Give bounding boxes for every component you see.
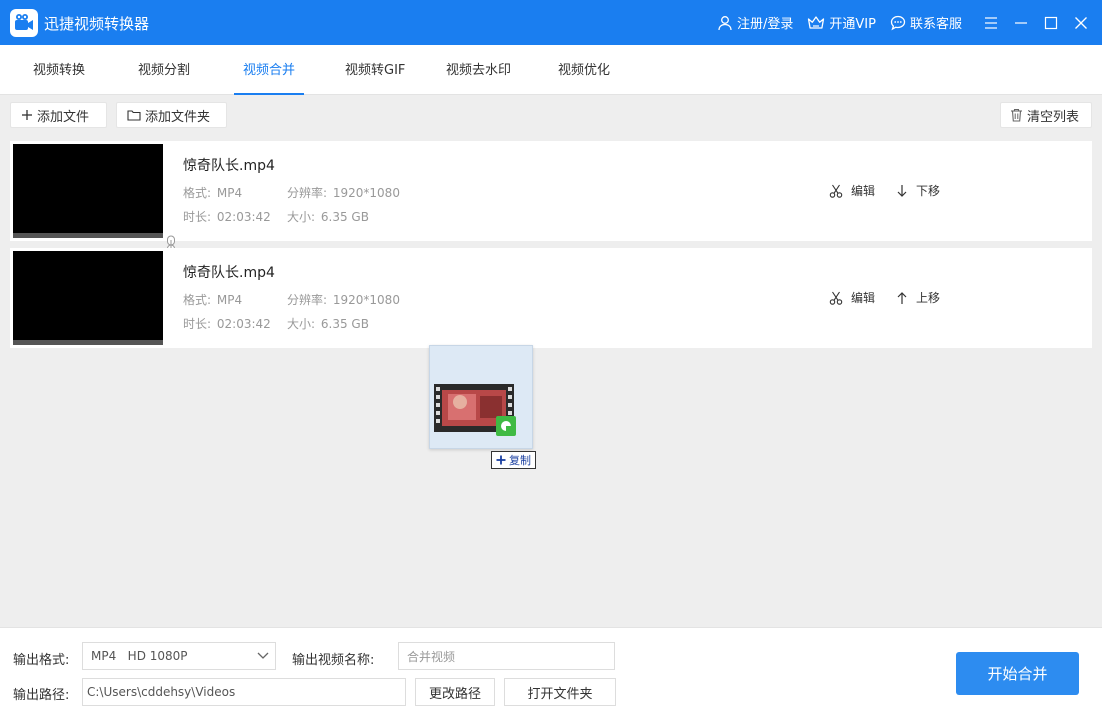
title-bar: 迅捷视频转换器 注册/登录 开通VIP 联系客服 — [0, 0, 1102, 45]
edit-button[interactable]: 编辑 — [829, 182, 875, 199]
tab-video-merge[interactable]: 视频合并 — [233, 45, 305, 95]
chat-icon — [890, 15, 906, 30]
plus-icon — [496, 455, 506, 465]
tab-video-to-gif[interactable]: 视频转GIF — [345, 45, 405, 95]
add-folder-button[interactable]: 添加文件夹 — [116, 102, 227, 128]
file-row[interactable]: 惊奇队长.mp4 格式: MP4 分辨率: 1920*1080 时长: 02:0… — [10, 248, 1092, 348]
chevron-down-icon — [257, 652, 269, 659]
file-name: 惊奇队长.mp4 — [183, 265, 275, 281]
tab-video-optimize[interactable]: 视频优化 — [558, 45, 610, 95]
file-row[interactable]: 惊奇队长.mp4 格式: MP4 分辨率: 1920*1080 时长: 02:0… — [10, 141, 1092, 241]
output-format-value: MP4 HD 1080P — [91, 649, 188, 663]
vip-link[interactable]: 开通VIP — [807, 13, 876, 32]
output-format-label: 输出格式: — [13, 653, 70, 668]
scissors-icon — [829, 291, 843, 305]
open-folder-button[interactable]: 打开文件夹 — [504, 678, 616, 706]
tab-video-split[interactable]: 视频分割 — [138, 45, 190, 95]
size-meta: 大小: 6.35 GB — [287, 210, 369, 224]
app-logo-icon — [10, 9, 38, 37]
add-folder-label: 添加文件夹 — [145, 109, 211, 125]
support-link[interactable]: 联系客服 — [890, 13, 962, 32]
output-path-label: 输出路径: — [13, 688, 70, 703]
trash-icon — [1011, 108, 1022, 122]
maximize-icon — [1044, 16, 1058, 29]
add-file-button[interactable]: 添加文件 — [10, 102, 107, 128]
minimize-button[interactable] — [1006, 0, 1036, 45]
login-label: 注册/登录 — [737, 17, 794, 32]
video-file-icon — [434, 384, 516, 436]
plus-icon — [22, 110, 32, 120]
output-format-select[interactable]: MP4 HD 1080P — [82, 642, 276, 670]
move-up-label: 上移 — [916, 291, 941, 305]
copy-tooltip: 复制 — [491, 451, 536, 469]
menu-button[interactable] — [976, 0, 1006, 45]
size-meta: 大小: 6.35 GB — [287, 317, 369, 331]
vip-label: 开通VIP — [829, 17, 876, 32]
login-link[interactable]: 注册/登录 — [717, 13, 793, 32]
folder-icon — [127, 110, 141, 121]
start-merge-button[interactable]: 开始合并 — [956, 652, 1079, 695]
arrow-down-icon — [897, 184, 907, 197]
video-thumbnail — [13, 251, 163, 345]
maximize-button[interactable] — [1036, 0, 1066, 45]
add-file-label: 添加文件 — [37, 109, 90, 125]
resolution-meta: 分辨率: 1920*1080 — [287, 293, 400, 307]
support-label: 联系客服 — [909, 17, 962, 32]
output-path-input[interactable]: C:\Users\cddehsy\Videos — [82, 678, 406, 706]
arrow-up-icon — [897, 291, 907, 304]
move-up-button[interactable]: 上移 — [896, 289, 940, 306]
edit-button[interactable]: 编辑 — [829, 289, 875, 306]
close-icon — [1075, 16, 1087, 29]
duration-meta: 时长: 02:03:42 — [183, 210, 271, 224]
crown-icon — [808, 15, 825, 29]
menu-icon — [985, 16, 997, 29]
format-meta: 格式: MP4 — [183, 293, 243, 307]
video-thumbnail — [13, 144, 163, 238]
app-title: 迅捷视频转换器 — [44, 15, 150, 33]
tab-remove-watermark[interactable]: 视频去水印 — [446, 45, 511, 95]
copy-label: 复制 — [509, 454, 531, 467]
duration-meta: 时长: 02:03:42 — [183, 317, 271, 331]
scissors-icon — [829, 184, 843, 198]
move-down-button[interactable]: 下移 — [896, 182, 940, 199]
change-path-button[interactable]: 更改路径 — [415, 678, 495, 706]
move-down-label: 下移 — [916, 184, 941, 198]
tab-bar: 视频转换 视频分割 视频合并 视频转GIF 视频去水印 视频优化 — [0, 45, 1102, 95]
close-button[interactable] — [1066, 0, 1096, 45]
output-name-input[interactable]: 合并视频 — [398, 642, 615, 670]
tab-video-convert[interactable]: 视频转换 — [33, 45, 85, 95]
edit-label: 编辑 — [851, 291, 876, 305]
format-meta: 格式: MP4 — [183, 186, 243, 200]
output-name-label: 输出视频名称: — [292, 653, 375, 668]
user-icon — [718, 15, 732, 30]
drag-preview — [429, 345, 533, 449]
edit-label: 编辑 — [851, 184, 876, 198]
file-name: 惊奇队长.mp4 — [183, 158, 275, 174]
minimize-icon — [1015, 21, 1027, 24]
resolution-meta: 分辨率: 1920*1080 — [287, 186, 400, 200]
clear-list-label: 清空列表 — [1027, 109, 1080, 125]
clear-list-button[interactable]: 清空列表 — [1000, 102, 1092, 128]
